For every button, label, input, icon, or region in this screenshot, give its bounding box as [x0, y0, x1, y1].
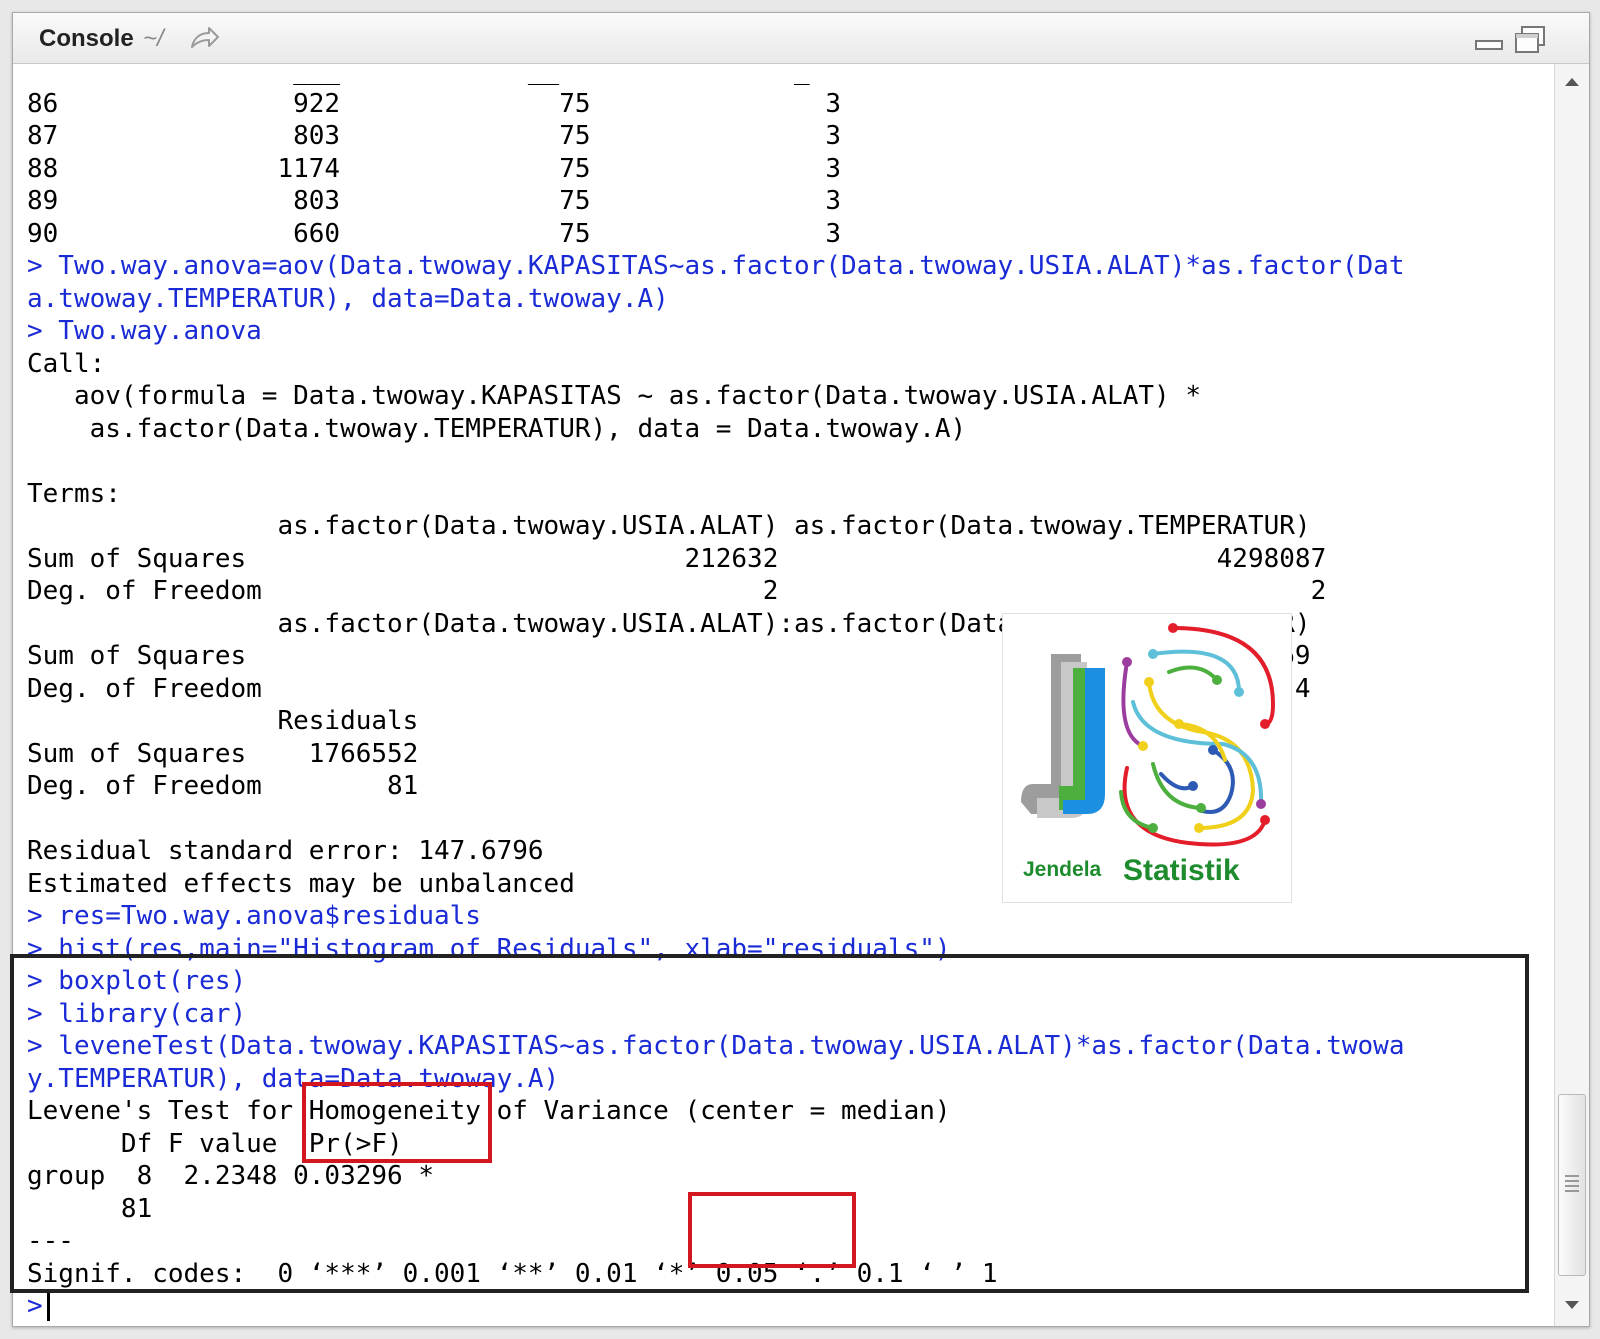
console-output-line: Terms:	[27, 478, 121, 509]
scrollbar-thumb[interactable]	[1558, 1094, 1586, 1276]
vertical-scrollbar[interactable]	[1554, 64, 1589, 1326]
console-command-line: y.TEMPERATUR), data=Data.twoway.A)	[27, 1063, 560, 1094]
text-cursor	[46, 1292, 50, 1321]
console-output-line: Levene's Test for Homogeneity of Varianc…	[27, 1096, 951, 1126]
triangle-up-icon[interactable]	[1563, 74, 1581, 93]
console-command-line: > hist(res,main="Histogram of Residuals"…	[27, 933, 951, 964]
console-output-line: 90 660 75 3	[27, 218, 841, 249]
console-output-line: Call:	[27, 348, 106, 379]
working-directory-label: ~/	[143, 25, 164, 52]
console-prompt: >	[27, 1291, 43, 1321]
console-output-line: group 8 2.2348 0.03296 *	[27, 1161, 434, 1191]
jendela-statistik-logo: Jendela Statistik	[1002, 613, 1292, 903]
console-command-line: > res=Two.way.anova$residuals	[27, 901, 481, 931]
goto-directory-icon[interactable]	[189, 25, 221, 55]
console-command-line: > leveneTest(Data.twoway.KAPASITAS~as.fa…	[27, 1031, 1405, 1061]
console-output-line: Sum of Squares 212632 4298087	[27, 543, 1327, 574]
console-output-line: Signif. codes: 0 ‘***’ 0.001 ‘**’ 0.01 ‘…	[27, 1258, 998, 1289]
maximize-icon[interactable]	[1513, 25, 1547, 59]
console-command-line: > library(car)	[27, 998, 247, 1029]
console-input-line[interactable]: >	[27, 1290, 1405, 1323]
console-command-line: > Two.way.anova	[27, 316, 262, 346]
console-pane: Console ~/ ___ __ _ 86 922 75 3 87 803 7…	[12, 12, 1590, 1327]
console-command-line: > Two.way.anova=aov(Data.twoway.KAPASITA…	[27, 251, 1405, 281]
console-output-line: as.factor(Data.twoway.TEMPERATUR), data …	[27, 413, 967, 444]
minimize-icon[interactable]	[1473, 25, 1505, 57]
console-command-line: > boxplot(res)	[27, 966, 247, 996]
triangle-down-icon[interactable]	[1563, 1297, 1581, 1316]
console-output-line: 88 1174 75 3	[27, 153, 841, 184]
console-output-line: ---	[27, 1226, 74, 1256]
console-output-line: aov(formula = Data.twoway.KAPASITAS ~ as…	[27, 381, 1201, 411]
console-tab-title[interactable]: Console	[39, 25, 134, 53]
console-output[interactable]: ___ __ _ 86 922 75 3 87 803 75 3 88 1174 7…	[13, 64, 1554, 1326]
console-line-partial: ___ __ _	[27, 64, 810, 86]
console-output-line: 81	[27, 1193, 153, 1224]
console-output-line: 87 803 75 3	[27, 121, 841, 151]
grip-icon	[1565, 1175, 1579, 1195]
logo-brand-left: Jendela	[1023, 858, 1102, 881]
console-header: Console ~/	[13, 13, 1589, 64]
console-output-line: 86 922 75 3	[27, 88, 841, 119]
logo-brand-right: Statistik	[1123, 854, 1240, 887]
console-output-line: Deg. of Freedom 2 2	[27, 576, 1327, 606]
console-command-line: a.twoway.TEMPERATUR), data=Data.twoway.A…	[27, 283, 669, 314]
console-output-line: as.factor(Data.twoway.USIA.ALAT) as.fact…	[27, 511, 1311, 541]
console-output-line: Df F value Pr(>F)	[27, 1128, 403, 1159]
console-output-line: 89 803 75 3	[27, 186, 841, 216]
